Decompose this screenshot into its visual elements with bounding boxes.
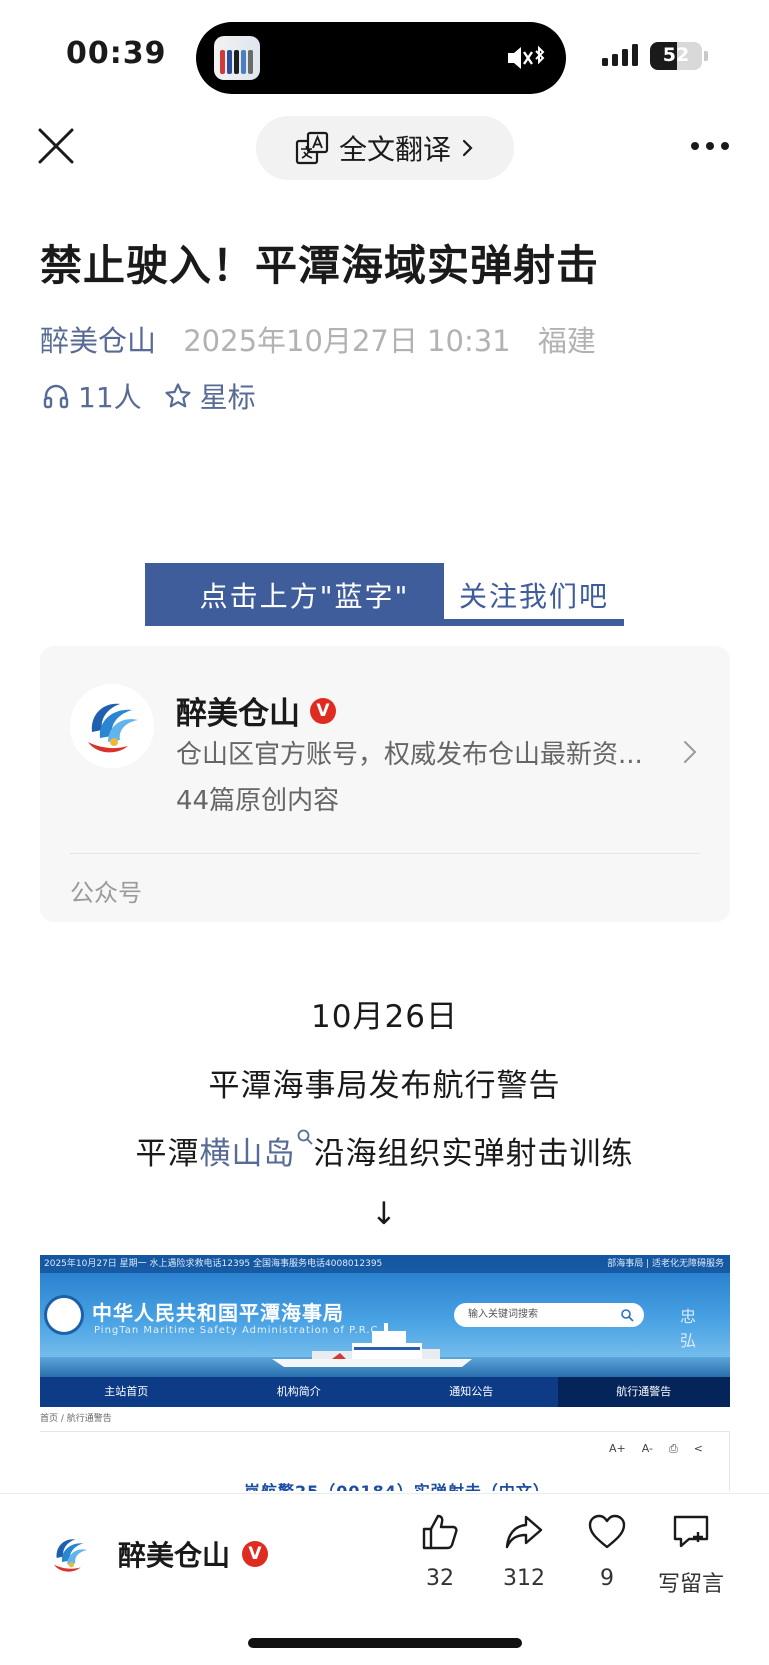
star-label: 星标 (199, 381, 256, 414)
account-avatar (70, 684, 154, 768)
mute-icon (508, 45, 545, 69)
site-org-name: 中华人民共和国平潭海事局 (92, 1301, 344, 1325)
search-icon[interactable] (296, 1128, 314, 1146)
thumbs-up-icon (422, 1514, 458, 1550)
site-tools: A+ A- ⎙ < (609, 1442, 703, 1456)
ship-icon (272, 1323, 472, 1367)
publish-location: 福建 (537, 324, 596, 358)
home-indicator[interactable] (248, 1638, 522, 1648)
site-nav-about: 机构简介 (276, 1385, 321, 1398)
site-breadcrumb: 首页 / 航行通警告 (40, 1414, 112, 1424)
site-nav-notice: 通知公告 (449, 1385, 494, 1398)
body-line-date: 10月26日 (311, 999, 458, 1035)
site-nav-home: 主站首页 (104, 1385, 149, 1398)
account-name: 醉美仓山 V (176, 688, 336, 733)
original-count: 44篇原创内容 (176, 786, 340, 816)
account-description: 仓山区官方账号，权威发布仓山最新资... (176, 740, 643, 770)
listener-count: 11人 (78, 381, 142, 414)
listen-button[interactable]: 11人 (42, 376, 142, 416)
site-emblem-icon (44, 1295, 84, 1335)
battery-icon: 52 (650, 42, 702, 70)
font-increase-icon: A+ (608, 1442, 626, 1455)
follow-banner: 点击上方"蓝字" 关注我们吧 (145, 563, 624, 626)
share-count: 312 (503, 1566, 545, 1591)
chevron-right-icon (684, 741, 697, 763)
search-icon (621, 1309, 634, 1322)
article-title: 禁止驶入！平潭海域实弹射击 (40, 241, 600, 290)
site-topbar-left: 2025年10月27日 星期一 水上遇险求救电话12395 全国海事服务电话40… (44, 1259, 383, 1269)
close-icon[interactable] (36, 126, 76, 166)
comment-label: 写留言 (657, 1572, 724, 1597)
banner-left-text: 点击上方"蓝字" (145, 563, 444, 626)
translate-icon (295, 131, 329, 165)
account-type: 公众号 (70, 879, 142, 907)
site-motto: 忠 弘 (680, 1307, 703, 1350)
headphones-icon (43, 384, 69, 409)
site-search-box: 输入关键词搜索 (454, 1303, 644, 1327)
account-card[interactable]: 醉美仓山 V 仓山区官方账号，权威发布仓山最新资... 44篇原创内容 公众号 (40, 646, 730, 922)
site-search-placeholder: 输入关键词搜索 (468, 1309, 538, 1320)
bottom-account-avatar[interactable] (42, 1526, 98, 1582)
font-decrease-icon: A- (641, 1442, 653, 1455)
star-icon (165, 383, 191, 408)
translate-label: 全文翻译 (338, 133, 451, 166)
comment-icon (673, 1515, 709, 1548)
verified-badge-icon: V (310, 697, 336, 724)
dynamic-island[interactable] (196, 22, 566, 94)
author-link[interactable]: 醉美仓山 (40, 324, 156, 358)
chevron-right-icon (462, 139, 473, 157)
publish-date: 2025年10月27日 10:31 (183, 324, 511, 358)
body-line-notice: 平潭海事局发布航行警告 (208, 1068, 561, 1104)
down-arrow-icon: ↓ (371, 1196, 398, 1232)
site-nav: 主站首页 机构简介 通知公告 航行通警告 (40, 1377, 730, 1407)
site-topbar-right: 部海事局 | 适老化无障碍服务 (607, 1259, 724, 1269)
account-logo-icon (70, 684, 154, 768)
translate-button[interactable]: 全文翻译 (256, 116, 514, 180)
signal-icon (602, 44, 638, 66)
keyword-search-link[interactable]: 横山岛 (200, 1136, 296, 1172)
heart-icon (588, 1514, 626, 1549)
site-nav-warning: 航行通警告 (557, 1377, 730, 1407)
favorite-count: 9 (600, 1566, 614, 1591)
bluetooth-icon (535, 45, 545, 65)
site-content-box: A+ A- ⎙ < 岚航警25（00184）实弹射击（中文） (40, 1431, 730, 1491)
favorite-button[interactable]: 9 (562, 1512, 652, 1591)
embedded-website-image[interactable]: 2025年10月27日 星期一 水上遇险求救电话12395 全国海事服务电话40… (40, 1255, 730, 1491)
body-text: 平潭 (135, 1136, 200, 1172)
site-topbar: 2025年10月27日 星期一 水上遇险求救电话12395 全国海事服务电话40… (40, 1255, 730, 1273)
banner-underline (444, 619, 624, 626)
verified-badge-icon: V (242, 1541, 269, 1567)
share-button[interactable]: 312 (479, 1512, 569, 1591)
article-meta: 醉美仓山 2025年10月27日 10:31 福建 (40, 318, 596, 360)
battery-level: 52 (662, 44, 690, 66)
share-arrow-icon (505, 1515, 543, 1549)
card-divider (70, 853, 700, 854)
print-icon: ⎙ (668, 1442, 678, 1455)
body-line-exercise: 平潭横山岛 沿海组织实弹射击训练 (0, 1128, 769, 1173)
bottom-account-name[interactable]: 醉美仓山 V (118, 1534, 269, 1574)
banner-right-text: 关注我们吧 (458, 579, 609, 613)
article-actions: 11人 星标 (42, 376, 278, 416)
bottom-account-name-text: 醉美仓山 (118, 1539, 231, 1572)
star-button[interactable]: 星标 (164, 376, 256, 416)
share-icon: < (693, 1442, 703, 1455)
more-icon[interactable] (690, 140, 730, 152)
account-name-text: 醉美仓山 (176, 696, 300, 732)
body-text: 沿海组织实弹射击训练 (313, 1136, 634, 1172)
comment-button[interactable]: 写留言 (646, 1512, 736, 1598)
battery-cap (704, 51, 708, 61)
like-button[interactable]: 32 (395, 1512, 485, 1591)
app-thumbnail-icon (214, 36, 260, 80)
site-doc-title: 岚航警25（00184）实弹射击（中文） (244, 1478, 550, 1491)
status-time: 00:39 (66, 36, 167, 71)
like-count: 32 (426, 1566, 454, 1591)
account-logo-icon (42, 1526, 98, 1582)
site-header: 2025年10月27日 星期一 水上遇险求救电话12395 全国海事服务电话40… (40, 1255, 730, 1377)
